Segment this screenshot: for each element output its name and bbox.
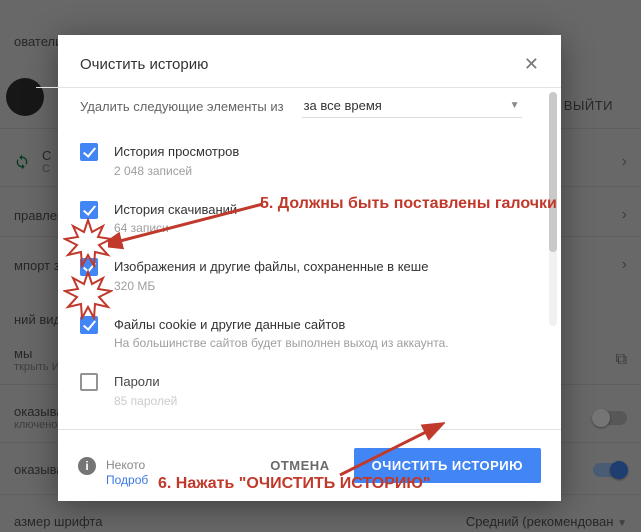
option-sub: 85 паролей bbox=[114, 392, 177, 410]
checkbox-passwords[interactable] bbox=[80, 373, 98, 391]
close-icon[interactable]: ✕ bbox=[524, 55, 539, 73]
option-sub: 64 записи bbox=[114, 219, 237, 237]
annotation-starburst bbox=[63, 218, 113, 268]
chevron-down-icon: ▼ bbox=[510, 100, 520, 111]
scroll-thumb[interactable] bbox=[549, 92, 557, 252]
time-range-select[interactable]: за все время ▼ bbox=[302, 94, 522, 118]
footer-note-link[interactable]: Подроб bbox=[106, 473, 148, 487]
option-title: Файлы cookie и другие данные сайтов bbox=[114, 315, 449, 335]
option-title: Изображения и другие файлы, сохраненные … bbox=[114, 257, 428, 277]
option-row: Изображения и другие файлы, сохраненные … bbox=[80, 247, 545, 305]
option-row: Пароли 85 паролей bbox=[80, 362, 545, 420]
annotation-starburst bbox=[63, 270, 113, 320]
footer-note-text: Некото bbox=[106, 458, 145, 472]
option-title: История скачиваний bbox=[114, 200, 237, 220]
option-sub: 2 048 записей bbox=[114, 162, 239, 180]
clear-history-dialog: Очистить историю ✕ Удалить следующие эле… bbox=[58, 35, 561, 501]
time-range-value: за все время bbox=[304, 98, 382, 113]
option-title: Пароли bbox=[114, 372, 177, 392]
time-range-label: Удалить следующие элементы из bbox=[80, 99, 284, 114]
option-sub: 320 МБ bbox=[114, 277, 428, 295]
option-title: История просмотров bbox=[114, 142, 239, 162]
option-row: Файлы cookie и другие данные сайтов На б… bbox=[80, 305, 545, 363]
checkbox-browsing-history[interactable] bbox=[80, 143, 98, 161]
annotation-text-6: 6. Нажать "ОЧИСТИТЬ ИСТОРИЮ" bbox=[158, 475, 430, 493]
info-icon: i bbox=[78, 457, 96, 475]
annotation-text-5: 5. Должны быть поставлены галочки bbox=[260, 195, 557, 213]
checkbox-download-history[interactable] bbox=[80, 201, 98, 219]
dialog-title: Очистить историю bbox=[80, 56, 208, 73]
option-sub: На большинстве сайтов будет выполнен вых… bbox=[114, 334, 449, 352]
option-row: История просмотров 2 048 записей bbox=[80, 132, 545, 190]
